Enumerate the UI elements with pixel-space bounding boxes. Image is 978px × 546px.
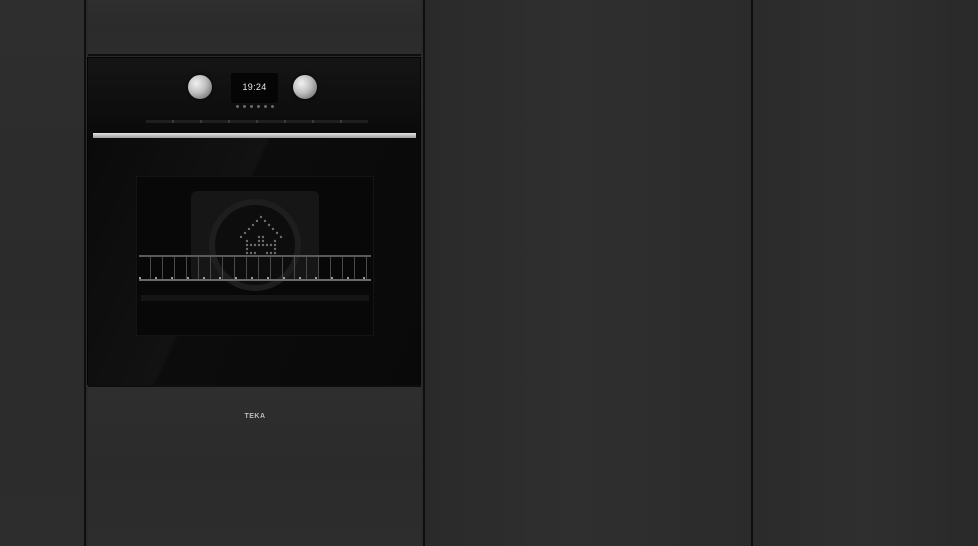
ventilation-slots <box>146 120 368 123</box>
oven-display: 19:24 <box>231 73 278 103</box>
function-icon[interactable] <box>256 105 260 108</box>
function-icon[interactable] <box>263 105 267 108</box>
left-cabinet-panel <box>0 0 86 546</box>
house-pattern-icon <box>239 215 283 255</box>
oven-control-panel: 19:24 <box>88 58 420 124</box>
lower-cabinet-door <box>88 385 421 546</box>
right-control-knob[interactable] <box>293 75 317 99</box>
middle-cabinet-door <box>423 0 753 546</box>
function-icon[interactable] <box>249 105 253 108</box>
rack-front-rail <box>139 277 371 279</box>
oven-window <box>136 176 374 336</box>
function-icon[interactable] <box>270 105 274 108</box>
function-icon[interactable] <box>235 105 239 108</box>
oven-door[interactable]: TEKA <box>88 138 420 420</box>
clock-readout: 19:24 <box>242 82 267 92</box>
left-control-knob[interactable] <box>188 75 212 99</box>
function-icon[interactable] <box>242 105 246 108</box>
brand-logo: TEKA <box>244 413 266 420</box>
upper-cabinet-door <box>88 0 421 56</box>
built-in-oven: 19:24 TEKA <box>87 57 421 420</box>
oven-tray <box>141 295 369 301</box>
function-indicator-icons <box>231 105 278 108</box>
right-cabinet-panel <box>755 0 978 546</box>
